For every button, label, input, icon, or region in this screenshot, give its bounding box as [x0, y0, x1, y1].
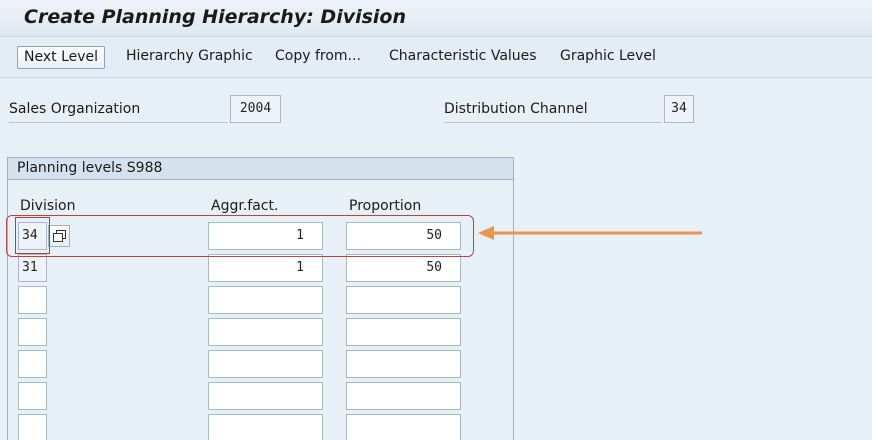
- aggr-fact-input[interactable]: [208, 382, 323, 410]
- highlight-cell-annotation: [15, 217, 50, 254]
- proportion-input[interactable]: 50: [346, 254, 461, 282]
- column-header-division: Division: [20, 198, 76, 214]
- division-cell[interactable]: [18, 414, 47, 440]
- division-cell[interactable]: [18, 286, 47, 314]
- application-toolbar: Next Level Hierarchy Graphic Copy from..…: [0, 38, 872, 78]
- division-cell[interactable]: [18, 350, 47, 378]
- division-cell[interactable]: [18, 382, 47, 410]
- aggr-fact-input[interactable]: [208, 350, 323, 378]
- column-header-proportion: Proportion: [349, 198, 422, 214]
- next-level-button[interactable]: Next Level: [17, 46, 106, 69]
- aggr-fact-input[interactable]: [208, 414, 323, 440]
- proportion-input[interactable]: [346, 382, 461, 410]
- page-title: Create Planning Hierarchy: Division: [24, 6, 407, 28]
- graphic-level-button[interactable]: Graphic Level: [560, 46, 656, 69]
- highlight-row-annotation: [6, 215, 474, 257]
- proportion-input[interactable]: [346, 414, 461, 440]
- proportion-input[interactable]: [346, 318, 461, 346]
- copy-from-button[interactable]: Copy from...: [275, 46, 361, 69]
- aggr-fact-input[interactable]: [208, 286, 323, 314]
- proportion-input[interactable]: [346, 350, 461, 378]
- division-cell[interactable]: [18, 318, 47, 346]
- proportion-input[interactable]: [346, 286, 461, 314]
- title-bar: Create Planning Hierarchy: Division: [0, 0, 872, 37]
- characteristic-values-button[interactable]: Characteristic Values: [389, 46, 537, 69]
- aggr-fact-input[interactable]: 1: [208, 254, 323, 282]
- hierarchy-graphic-button[interactable]: Hierarchy Graphic: [126, 46, 253, 69]
- column-header-aggr-fact: Aggr.fact.: [211, 198, 279, 214]
- division-cell[interactable]: 31: [18, 254, 47, 282]
- sales-org-label: Sales Organization: [9, 101, 228, 123]
- left-arrow-icon: [478, 226, 702, 240]
- sales-org-field[interactable]: 2004: [230, 95, 281, 123]
- distribution-channel-label: Distribution Channel: [444, 101, 662, 123]
- aggr-fact-input[interactable]: [208, 318, 323, 346]
- distribution-channel-field[interactable]: 34: [664, 95, 694, 123]
- panel-title: Planning levels S988: [8, 158, 513, 180]
